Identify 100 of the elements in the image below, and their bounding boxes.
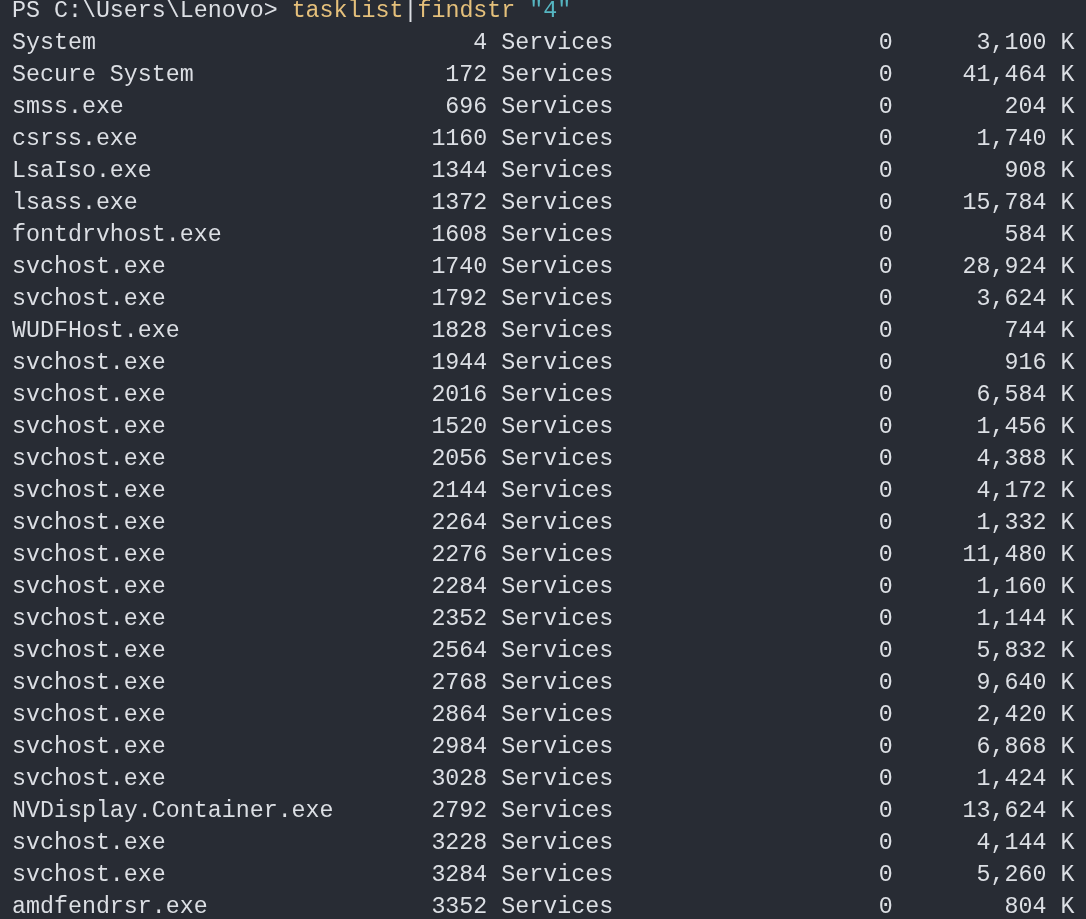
image-name: svchost.exe xyxy=(12,445,166,474)
pid-text: 2864 xyxy=(431,701,488,730)
image-name: WUDFHost.exe xyxy=(12,317,180,346)
memory-usage: 804 K xyxy=(1004,893,1075,919)
session-number: 0 xyxy=(878,317,893,346)
memory-usage: 744 K xyxy=(1004,317,1075,346)
session-number: 0 xyxy=(878,893,893,919)
session-number: 0 xyxy=(878,669,893,698)
pid-text: 2984 xyxy=(431,733,488,762)
pid-text: 2144 xyxy=(431,477,488,506)
session-name: Services xyxy=(501,29,614,58)
memory-usage: 4,388 K xyxy=(976,445,1075,474)
session-number: 0 xyxy=(878,381,893,410)
memory-usage: 15,784 K xyxy=(962,189,1075,218)
image-name: svchost.exe xyxy=(12,605,166,634)
memory-usage: 6,584 K xyxy=(976,381,1075,410)
pid-text: 1944 xyxy=(431,349,488,378)
pid-text: 1828 xyxy=(431,317,488,346)
session-name: Services xyxy=(501,893,614,919)
image-name: System xyxy=(12,29,96,58)
session-number: 0 xyxy=(878,285,893,314)
image-name: svchost.exe xyxy=(12,541,166,570)
pid-text: 2352 xyxy=(431,605,488,634)
memory-usage: 1,144 K xyxy=(976,605,1075,634)
image-name: amdfendrsr.exe xyxy=(12,893,208,919)
session-name: Services xyxy=(501,861,614,890)
memory-usage: 9,640 K xyxy=(976,669,1075,698)
memory-usage: 28,924 K xyxy=(962,253,1075,282)
image-name: svchost.exe xyxy=(12,861,166,890)
session-number: 0 xyxy=(878,157,893,186)
session-number: 0 xyxy=(878,253,893,282)
session-number: 0 xyxy=(878,733,893,762)
memory-usage: 1,160 K xyxy=(976,573,1075,602)
session-name: Services xyxy=(501,253,614,282)
session-number: 0 xyxy=(878,93,893,122)
prompt-path: PS C:\Users\Lenovo> xyxy=(12,0,278,24)
image-name: svchost.exe xyxy=(12,733,166,762)
session-name: Services xyxy=(501,445,614,474)
image-name: svchost.exe xyxy=(12,765,166,794)
pid-text: 1160 xyxy=(431,125,488,154)
session-number: 0 xyxy=(878,637,893,666)
session-name: Services xyxy=(501,381,614,410)
pid-text: 2016 xyxy=(431,381,488,410)
session-name: Services xyxy=(501,61,614,90)
session-name: Services xyxy=(501,829,614,858)
session-number: 0 xyxy=(878,541,893,570)
image-name: LsaIso.exe xyxy=(12,157,152,186)
pid-text: 3028 xyxy=(431,765,488,794)
pid-text: 696 xyxy=(445,93,488,122)
image-name: fontdrvhost.exe xyxy=(12,221,222,250)
image-name: NVDisplay.Container.exe xyxy=(12,797,334,826)
session-name: Services xyxy=(501,509,614,538)
pid-text: 2284 xyxy=(431,573,488,602)
memory-usage: 584 K xyxy=(1004,221,1075,250)
image-name: csrss.exe xyxy=(12,125,138,154)
pid-text: 1520 xyxy=(431,413,488,442)
pid-text: 1372 xyxy=(431,189,488,218)
memory-usage: 5,832 K xyxy=(976,637,1075,666)
memory-usage: 204 K xyxy=(1004,93,1075,122)
image-name: svchost.exe xyxy=(12,829,166,858)
image-name: svchost.exe xyxy=(12,701,166,730)
argument-text: "4" xyxy=(529,0,572,24)
pid-text: 2264 xyxy=(431,509,488,538)
memory-usage: 5,260 K xyxy=(976,861,1075,890)
session-name: Services xyxy=(501,541,614,570)
memory-usage: 1,740 K xyxy=(976,125,1075,154)
session-name: Services xyxy=(501,573,614,602)
session-number: 0 xyxy=(878,445,893,474)
memory-usage: 916 K xyxy=(1004,349,1075,378)
session-number: 0 xyxy=(878,29,893,58)
session-name: Services xyxy=(501,701,614,730)
memory-usage: 1,456 K xyxy=(976,413,1075,442)
session-name: Services xyxy=(501,189,614,218)
memory-usage: 4,144 K xyxy=(976,829,1075,858)
session-number: 0 xyxy=(878,61,893,90)
memory-usage: 13,624 K xyxy=(962,797,1075,826)
memory-usage: 1,424 K xyxy=(976,765,1075,794)
session-number: 0 xyxy=(878,797,893,826)
session-number: 0 xyxy=(878,765,893,794)
memory-usage: 3,624 K xyxy=(976,285,1075,314)
pid-text: 172 xyxy=(445,61,488,90)
pid-text: 1792 xyxy=(431,285,488,314)
image-name: smss.exe xyxy=(12,93,124,122)
memory-usage: 11,480 K xyxy=(962,541,1075,570)
session-number: 0 xyxy=(878,701,893,730)
pid-text: 1344 xyxy=(431,157,488,186)
session-name: Services xyxy=(501,317,614,346)
memory-usage: 3,100 K xyxy=(976,29,1075,58)
image-name: svchost.exe xyxy=(12,509,166,538)
session-name: Services xyxy=(501,733,614,762)
session-name: Services xyxy=(501,285,614,314)
memory-usage: 908 K xyxy=(1004,157,1075,186)
session-number: 0 xyxy=(878,573,893,602)
pid-text: 4 xyxy=(473,29,488,58)
session-number: 0 xyxy=(878,189,893,218)
session-name: Services xyxy=(501,349,614,378)
command-text: tasklist xyxy=(291,0,404,24)
session-number: 0 xyxy=(878,861,893,890)
image-name: Secure System xyxy=(12,61,194,90)
pid-text: 2056 xyxy=(431,445,488,474)
